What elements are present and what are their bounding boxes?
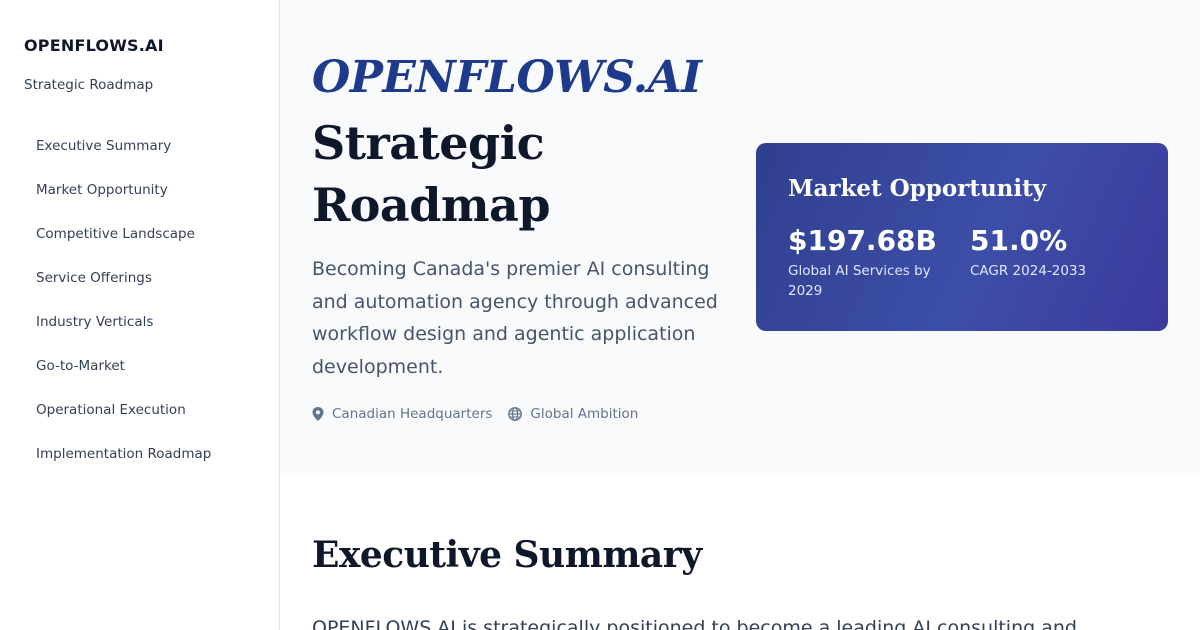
sidebar-item-market-opportunity[interactable]: Market Opportunity	[36, 180, 211, 224]
meta-ambition: Global Ambition	[508, 406, 638, 422]
sidebar-item-competitive-landscape[interactable]: Competitive Landscape	[36, 224, 211, 268]
sidebar-item-implementation-roadmap[interactable]: Implementation Roadmap	[36, 444, 211, 488]
stat-cagr: 51.0% CAGR 2024-2033	[970, 223, 1140, 281]
market-opportunity-card: Market Opportunity $197.68B Global AI Se…	[756, 143, 1168, 331]
executive-summary-text: OPENFLOWS.AI is strategically positioned…	[312, 617, 1077, 630]
card-title: Market Opportunity	[788, 175, 1047, 202]
stat-market-size: $197.68B Global AI Services by 2029	[788, 223, 948, 301]
sidebar-item-operational-execution[interactable]: Operational Execution	[36, 400, 211, 444]
meta-ambition-label: Global Ambition	[530, 406, 639, 422]
sidebar-item-service-offerings[interactable]: Service Offerings	[36, 268, 211, 312]
hero-section: OPENFLOWS.AI Strategic Roadmap Becoming …	[280, 0, 1200, 473]
hero-meta: Canadian Headquarters Global Ambition	[312, 406, 638, 422]
executive-summary-heading: Executive Summary	[312, 534, 702, 576]
sidebar-item-executive-summary[interactable]: Executive Summary	[36, 136, 211, 180]
page-title: Strategic Roadmap	[312, 116, 551, 232]
meta-headquarters: Canadian Headquarters	[312, 406, 492, 422]
sidebar-brand[interactable]: OPENFLOWS.AI	[24, 36, 164, 55]
sidebar-nav: Executive Summary Market Opportunity Com…	[36, 136, 211, 488]
sidebar-item-industry-verticals[interactable]: Industry Verticals	[36, 312, 211, 356]
meta-headquarters-label: Canadian Headquarters	[332, 406, 493, 422]
stat-value: 51.0%	[970, 224, 1068, 257]
sidebar-item-go-to-market[interactable]: Go-to-Market	[36, 356, 211, 400]
hero-description: Becoming Canada's premier AI consulting …	[312, 258, 718, 378]
hero-brand: OPENFLOWS.AI	[312, 52, 702, 103]
stat-label: Global AI Services by 2029	[788, 263, 931, 299]
globe-icon	[508, 407, 523, 421]
page: OPENFLOWS.AI Strategic Roadmap Executive…	[0, 0, 1200, 630]
stat-value: $197.68B	[788, 224, 937, 257]
sidebar-subtitle: Strategic Roadmap	[24, 77, 154, 93]
sidebar: OPENFLOWS.AI Strategic Roadmap Executive…	[0, 0, 280, 630]
map-pin-icon	[312, 407, 324, 421]
stat-label: CAGR 2024-2033	[970, 263, 1087, 279]
